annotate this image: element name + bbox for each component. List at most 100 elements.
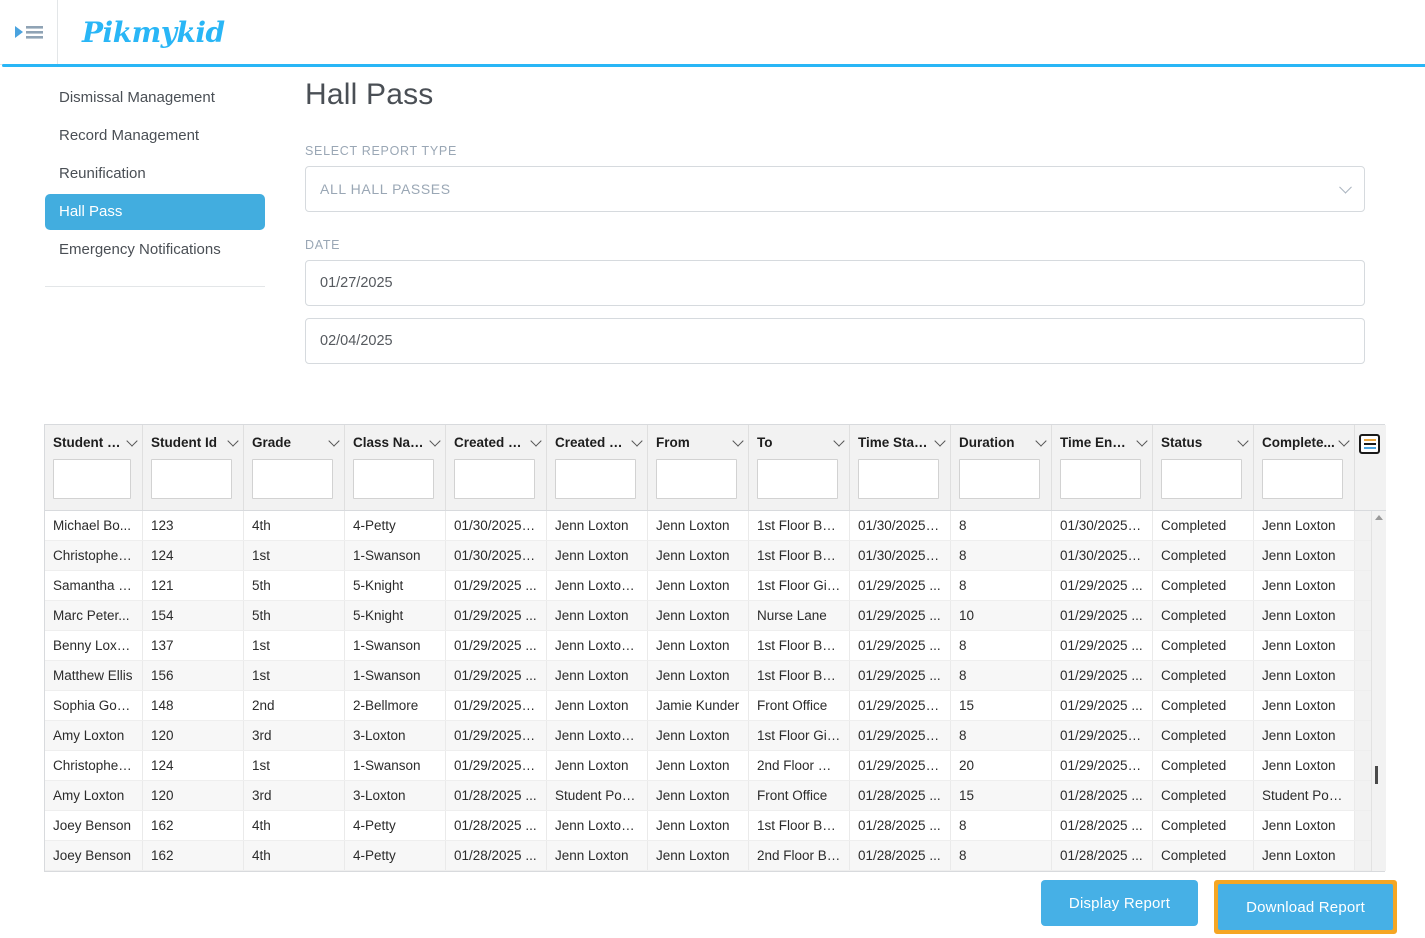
top-bar: Pikmykid: [0, 0, 1425, 67]
table-cell: Benny Loxton: [45, 631, 143, 660]
table-column-title: From: [656, 435, 690, 450]
table-row[interactable]: Benny Loxton 137 1st 1-Swanson 01/29/2025 ..…: [45, 631, 1386, 661]
column-filter-input[interactable]: [252, 459, 333, 499]
sidebar: Dismissal Management Record Management R…: [45, 80, 265, 287]
table-cell: Jenn Loxton (...: [547, 571, 648, 600]
sidebar-item-reunification[interactable]: Reunification: [45, 156, 265, 192]
table-column-header[interactable]: From: [648, 425, 749, 510]
column-filter-input[interactable]: [454, 459, 535, 499]
table-cell: 8: [951, 571, 1052, 600]
table-cell: Completed: [1153, 751, 1254, 780]
table-row[interactable]: Christopher ... 124 1st 1-Swanson 01/30/2025…: [45, 541, 1386, 571]
download-report-button[interactable]: Download Report: [1218, 884, 1393, 930]
table-cell: 01/28/2025 ...: [1052, 781, 1153, 810]
table-row[interactable]: Samantha L... 121 5th 5-Knight 01/29/2025 ..…: [45, 571, 1386, 601]
table-column-header[interactable]: Student Id: [143, 425, 244, 510]
column-filter-input[interactable]: [959, 459, 1040, 499]
table-cell: Amy Loxton: [45, 781, 143, 810]
column-filter-input[interactable]: [858, 459, 939, 499]
grid-options-icon[interactable]: [1359, 434, 1380, 454]
table-cell: Jenn Loxton: [547, 841, 648, 870]
table-column-header[interactable]: To: [749, 425, 850, 510]
table-column-header[interactable]: Status: [1153, 425, 1254, 510]
table-row[interactable]: Sophia Goody 148 2nd 2-Bellmore 01/29/2025 1…: [45, 691, 1386, 721]
column-filter-input[interactable]: [1262, 459, 1343, 499]
table-cell: Jenn Loxton: [547, 751, 648, 780]
table-cell: Jenn Loxton: [648, 721, 749, 750]
table-cell: 162: [143, 811, 244, 840]
table-row[interactable]: Joey Benson 162 4th 4-Petty 01/28/2025 ... Je…: [45, 811, 1386, 841]
vertical-scrollbar[interactable]: [1371, 511, 1386, 871]
brand-logo[interactable]: Pikmykid: [2, 0, 1425, 67]
scroll-thumb[interactable]: [1375, 766, 1378, 784]
table-row[interactable]: Amy Loxton 120 3rd 3-Loxton 01/29/2025 1... J…: [45, 721, 1386, 751]
table-cell: Front Office: [749, 691, 850, 720]
table-column-header[interactable]: Time Ended...: [1052, 425, 1153, 510]
table-cell: 2nd: [244, 691, 345, 720]
table-cell: Jenn Loxton: [547, 541, 648, 570]
table-column-header[interactable]: Time Starte...: [850, 425, 951, 510]
column-filter-input[interactable]: [53, 459, 131, 499]
date-from-input[interactable]: 01/27/2025: [305, 260, 1365, 306]
table-cell: 154: [143, 601, 244, 630]
table-cell: Samantha L...: [45, 571, 143, 600]
table-row[interactable]: Matthew Ellis 156 1st 1-Swanson 01/29/2025 .…: [45, 661, 1386, 691]
table-column-header[interactable]: Complete...: [1254, 425, 1355, 510]
table-cell: 01/29/2025 ...: [446, 571, 547, 600]
collapse-menu-icon[interactable]: [0, 0, 58, 64]
date-to-input[interactable]: 02/04/2025: [305, 318, 1365, 364]
table-cell: 1-Swanson: [345, 661, 446, 690]
table-cell: Student Portal: [1254, 781, 1355, 810]
table-cell: 15: [951, 691, 1052, 720]
table-cell: 8: [951, 811, 1052, 840]
table-cell: 5-Knight: [345, 601, 446, 630]
table-cell: 3rd: [244, 721, 345, 750]
table-row[interactable]: Marc Peter... 154 5th 5-Knight 01/29/2025 ..…: [45, 601, 1386, 631]
date-label: DATE: [305, 238, 341, 252]
table-cell: Completed: [1153, 661, 1254, 690]
app-root: Pikmykid Dismissal Management Record Man…: [0, 0, 1425, 938]
table-cell: Nurse Lane: [749, 601, 850, 630]
table-cell: Jenn Loxton: [1254, 721, 1355, 750]
table-row[interactable]: Amy Loxton 120 3rd 3-Loxton 01/28/2025 ... St…: [45, 781, 1386, 811]
table-cell: 120: [143, 781, 244, 810]
table-cell: 01/30/2025 1...: [850, 541, 951, 570]
scroll-up-arrow-icon[interactable]: [1375, 515, 1383, 520]
table-column-header[interactable]: Created Da...: [446, 425, 547, 510]
column-filter-input[interactable]: [757, 459, 838, 499]
table-cell: 1st Floor Boy...: [749, 541, 850, 570]
table-column-header[interactable]: Class Name...: [345, 425, 446, 510]
table-cell: Completed: [1153, 721, 1254, 750]
table-column-header[interactable]: Student Na...: [45, 425, 143, 510]
table-cell: Jenn Loxton: [648, 571, 749, 600]
column-filter-input[interactable]: [656, 459, 737, 499]
table-cell: Jenn Loxton (...: [547, 811, 648, 840]
table-cell: 3-Loxton: [345, 721, 446, 750]
sidebar-item-hall-pass[interactable]: Hall Pass: [45, 194, 265, 230]
column-filter-input[interactable]: [353, 459, 434, 499]
display-report-button[interactable]: Display Report: [1040, 880, 1199, 926]
table-cell: 01/28/2025 ...: [1052, 841, 1153, 870]
sidebar-item-record-management[interactable]: Record Management: [45, 118, 265, 154]
sidebar-item-dismissal-management[interactable]: Dismissal Management: [45, 80, 265, 116]
table-row[interactable]: Christopher ... 124 1st 1-Swanson 01/29/2025…: [45, 751, 1386, 781]
column-filter-input[interactable]: [555, 459, 636, 499]
sidebar-item-emergency-notifications[interactable]: Emergency Notifications: [45, 232, 265, 268]
table-cell: Jenn Loxton: [547, 601, 648, 630]
table-cell: 01/28/2025 ...: [446, 811, 547, 840]
column-filter-input[interactable]: [1161, 459, 1242, 499]
table-cell: Completed: [1153, 631, 1254, 660]
table-column-header[interactable]: Grade: [244, 425, 345, 510]
column-filter-input[interactable]: [151, 459, 232, 499]
table-column-title: Duration: [959, 435, 1015, 450]
table-column-header[interactable]: Duration: [951, 425, 1052, 510]
table-column-header[interactable]: Created By ...: [547, 425, 648, 510]
chevron-down-icon: [1339, 180, 1352, 194]
table-row[interactable]: Joey Benson 162 4th 4-Petty 01/28/2025 ... Je…: [45, 841, 1386, 871]
table-row[interactable]: Michael Bo... 123 4th 4-Petty 01/30/2025 1..…: [45, 511, 1386, 541]
column-filter-input[interactable]: [1060, 459, 1141, 499]
report-type-select[interactable]: ALL HALL PASSES: [305, 166, 1365, 212]
table-cell: Jenn Loxton: [1254, 511, 1355, 540]
table-cell: Marc Peter...: [45, 601, 143, 630]
table-cell: 01/28/2025 ...: [850, 841, 951, 870]
